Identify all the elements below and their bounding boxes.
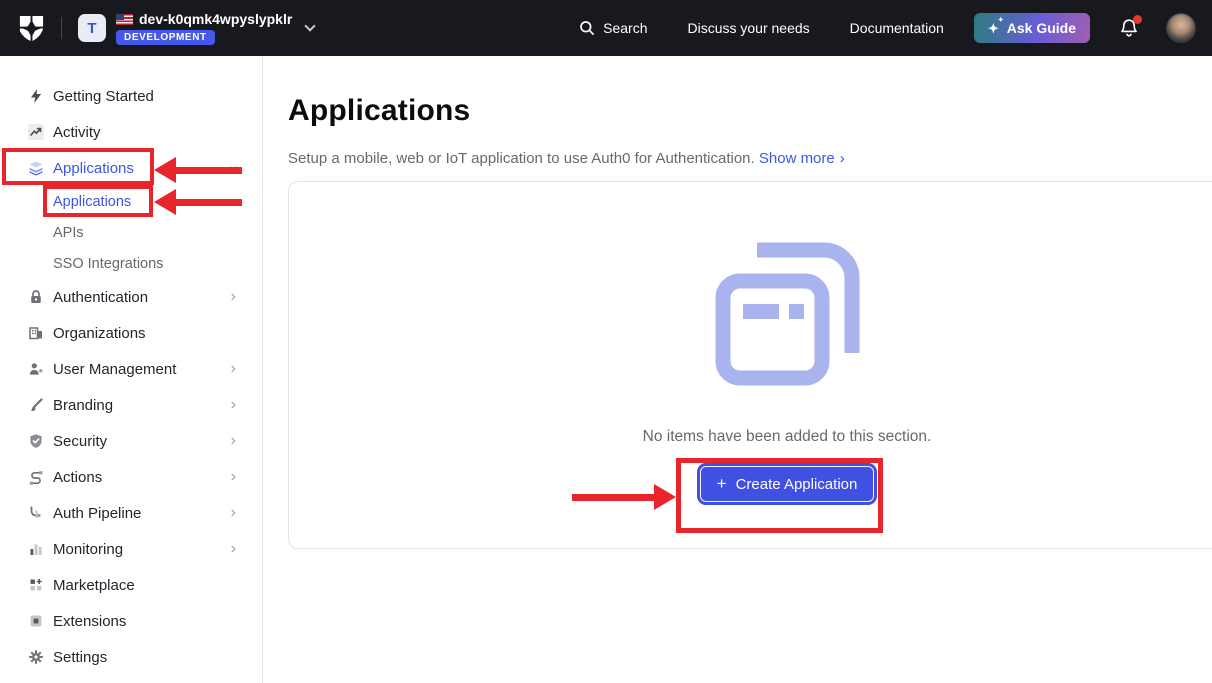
sidebar-item-label: Actions [53, 469, 102, 486]
sidebar-item-label: Monitoring [53, 541, 123, 558]
sidebar-item-authentication[interactable]: Authentication › [0, 279, 262, 315]
sidebar-item-activity[interactable]: Activity [0, 114, 262, 150]
sidebar-subitem-apis[interactable]: APIs [0, 217, 262, 248]
shield-check-icon [28, 433, 44, 449]
extensions-chip-icon [28, 613, 44, 629]
sidebar-item-monitoring[interactable]: Monitoring › [0, 531, 262, 567]
notifications-button[interactable] [1118, 17, 1140, 39]
sidebar-item-label: Settings [53, 649, 107, 666]
sidebar-item-label: Auth Pipeline [53, 505, 141, 522]
chevron-right-icon: › [231, 289, 236, 305]
us-flag-icon [116, 14, 133, 25]
sidebar-item-user-management[interactable]: User Management › [0, 351, 262, 387]
marketplace-icon [28, 577, 44, 593]
sidebar-item-label: Security [53, 433, 107, 450]
chevron-right-icon: › [231, 361, 236, 377]
documentation-link[interactable]: Documentation [850, 20, 944, 36]
pipeline-icon [28, 505, 44, 521]
sidebar-item-getting-started[interactable]: Getting Started [0, 78, 262, 114]
sidebar-subitem-label: SSO Integrations [53, 256, 163, 272]
chevron-right-icon: › [231, 541, 236, 557]
sidebar-item-security[interactable]: Security › [0, 423, 262, 459]
sidebar-item-label: Authentication [53, 289, 148, 306]
sidebar-item-applications[interactable]: Applications › [0, 150, 262, 186]
top-navigation-bar: T dev-k0qmk4wpyslypklr DEVELOPMENT Searc… [0, 0, 1212, 56]
chevron-right-icon: › [231, 397, 236, 413]
chevron-right-icon: › [840, 150, 845, 167]
auth0-logo[interactable] [18, 14, 45, 43]
subtitle-text: Setup a mobile, web or IoT application t… [288, 150, 755, 167]
paintbrush-icon [28, 397, 44, 413]
page-title: Applications [288, 94, 1212, 128]
sidebar-item-extensions[interactable]: Extensions [0, 603, 262, 639]
tenant-name: dev-k0qmk4wpyslypklr [139, 11, 292, 27]
sidebar-subitem-sso-integrations[interactable]: SSO Integrations [0, 248, 262, 279]
sparkles-icon: ✦ [988, 22, 999, 35]
bolt-icon [28, 88, 44, 104]
sidebar-subitem-label: APIs [53, 225, 84, 241]
user-avatar[interactable] [1166, 13, 1196, 43]
plus-icon: + [717, 474, 727, 494]
environment-badge: DEVELOPMENT [116, 30, 215, 45]
layers-icon [28, 160, 44, 176]
topbar-divider [61, 17, 62, 39]
tenant-avatar: T [78, 14, 106, 42]
sidebar-item-label: Extensions [53, 613, 126, 630]
create-application-button[interactable]: + Create Application [697, 463, 877, 505]
chevron-right-icon: › [231, 505, 236, 521]
chevron-down-icon [305, 20, 316, 31]
create-application-label: Create Application [736, 476, 858, 493]
search-icon [579, 20, 595, 36]
main-content: Applications Setup a mobile, web or IoT … [263, 56, 1212, 683]
empty-state-text: No items have been added to this section… [643, 428, 932, 446]
sidebar-item-label: Organizations [53, 325, 146, 342]
chevron-right-icon: › [231, 433, 236, 449]
search-button[interactable]: Search [579, 20, 647, 36]
bar-chart-icon [28, 541, 44, 557]
organizations-icon [28, 325, 44, 341]
chevron-right-icon: › [231, 469, 236, 485]
sidebar-item-branding[interactable]: Branding › [0, 387, 262, 423]
ask-guide-button[interactable]: ✦ Ask Guide [974, 13, 1090, 43]
sidebar-subitem-applications[interactable]: Applications [0, 186, 262, 217]
tenant-switcher[interactable]: T dev-k0qmk4wpyslypklr DEVELOPMENT [78, 11, 314, 45]
sidebar-item-actions[interactable]: Actions › [0, 459, 262, 495]
discuss-your-needs-link[interactable]: Discuss your needs [688, 20, 810, 36]
sidebar-item-auth-pipeline[interactable]: Auth Pipeline › [0, 495, 262, 531]
sidebar-item-label: User Management [53, 361, 176, 378]
sidebar-item-label: Marketplace [53, 577, 135, 594]
empty-applications-illustration [712, 240, 862, 388]
sidebar-item-organizations[interactable]: Organizations [0, 315, 262, 351]
search-label: Search [603, 20, 647, 36]
applications-empty-card: No items have been added to this section… [288, 181, 1212, 549]
activity-icon [28, 124, 44, 140]
caret-icon: › [225, 165, 241, 170]
lock-icon [28, 289, 44, 305]
sidebar-navigation: Getting Started Activity Applications › … [0, 56, 263, 683]
sidebar-item-settings[interactable]: Settings [0, 639, 262, 675]
sidebar-item-marketplace[interactable]: Marketplace [0, 567, 262, 603]
user-gear-icon [28, 361, 44, 377]
ask-guide-label: Ask Guide [1007, 20, 1076, 36]
sidebar-item-label: Activity [53, 124, 101, 141]
sidebar-item-label: Applications [53, 160, 134, 177]
actions-flow-icon [28, 469, 44, 485]
sidebar-item-label: Branding [53, 397, 113, 414]
sidebar-subitem-label: Applications [53, 194, 131, 210]
show-more-link[interactable]: Show more› [759, 150, 845, 167]
gear-icon [28, 649, 44, 665]
sidebar-item-label: Getting Started [53, 88, 154, 105]
notification-dot [1133, 15, 1142, 24]
page-subtitle: Setup a mobile, web or IoT application t… [288, 150, 1212, 167]
